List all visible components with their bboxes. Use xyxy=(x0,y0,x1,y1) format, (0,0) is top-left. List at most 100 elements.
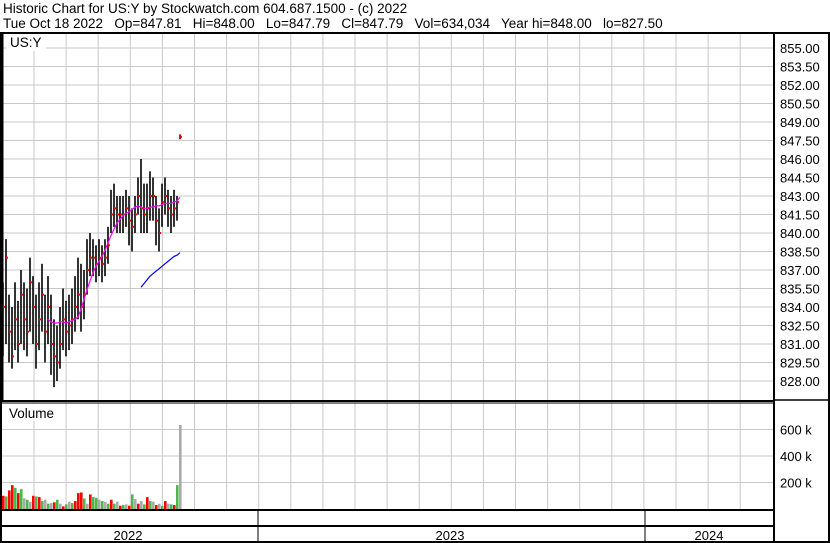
volume-bar xyxy=(122,505,125,509)
volume-bar xyxy=(53,502,56,509)
price-tick-label: 847.50 xyxy=(780,133,820,148)
close-marker xyxy=(51,342,53,345)
year-label: 2024 xyxy=(695,528,724,543)
volume-bar xyxy=(128,505,131,509)
volume-bar xyxy=(92,497,95,509)
volume-bar xyxy=(2,495,5,509)
volume-bar xyxy=(77,493,80,509)
close-marker xyxy=(18,342,20,345)
close-marker xyxy=(132,225,134,228)
year-label: 2022 xyxy=(114,528,143,543)
volume-bar xyxy=(146,497,149,509)
volume-bar xyxy=(32,495,35,509)
close-marker xyxy=(66,330,68,333)
close-marker xyxy=(114,207,116,210)
volume-bar xyxy=(20,489,23,509)
close-marker xyxy=(135,213,137,216)
close-marker xyxy=(129,219,131,222)
volume-bar xyxy=(5,496,8,509)
price-tick-label: 834.00 xyxy=(780,300,820,315)
close-marker xyxy=(138,194,140,197)
close-marker xyxy=(6,256,8,259)
close-marker xyxy=(126,207,128,210)
close-marker xyxy=(42,293,44,296)
volume-bar xyxy=(47,503,50,509)
close-marker xyxy=(54,355,56,358)
volume-bar xyxy=(167,503,170,509)
close-marker xyxy=(150,194,152,197)
volume-bar xyxy=(125,504,128,509)
volume-bar xyxy=(17,493,20,509)
volume-bar xyxy=(140,501,143,509)
close-marker xyxy=(177,201,179,204)
volume-bar xyxy=(74,501,77,509)
close-marker xyxy=(108,244,110,247)
volume-bar xyxy=(134,499,137,509)
close-marker xyxy=(15,318,17,321)
volume-bar xyxy=(8,490,11,509)
close-marker xyxy=(33,305,35,308)
close-marker xyxy=(156,219,158,222)
chart-canvas: 855.00 853.50 852.00 850.50 849.00 847.50 846.… xyxy=(0,32,830,543)
chart-border xyxy=(0,32,830,543)
volume-bar xyxy=(26,499,29,509)
close-marker xyxy=(9,330,11,333)
volume-tick-label: 600 k xyxy=(780,423,812,438)
volume-bar xyxy=(110,499,113,509)
volume-bar xyxy=(62,506,65,509)
close-marker xyxy=(90,256,92,259)
close-marker xyxy=(75,305,77,308)
volume-bar xyxy=(131,494,134,509)
volume-bar xyxy=(44,499,47,509)
close-marker xyxy=(117,213,119,216)
price-tick-label: 843.00 xyxy=(780,189,820,204)
volume-bar xyxy=(113,503,116,509)
volume-bar xyxy=(56,499,59,509)
volume-bar xyxy=(164,501,167,509)
close-marker xyxy=(165,194,167,197)
price-tick-label: 852.00 xyxy=(780,78,820,93)
close-marker xyxy=(93,256,95,259)
volume-bar xyxy=(143,504,146,509)
close-marker xyxy=(168,207,170,210)
price-tick-label: 829.50 xyxy=(780,355,820,370)
close-marker xyxy=(111,213,113,216)
volume-bar xyxy=(29,501,32,509)
price-tick-label: 841.50 xyxy=(780,207,820,222)
volume-bar xyxy=(38,497,41,509)
volume-bar xyxy=(101,501,104,509)
price-tick-label: 850.50 xyxy=(780,96,820,111)
close-marker xyxy=(27,330,29,333)
volume-bar xyxy=(152,501,155,509)
volume-bar xyxy=(119,505,122,509)
close-marker xyxy=(153,194,155,197)
volume-bar xyxy=(107,503,110,509)
volume-bar xyxy=(179,424,182,509)
close-marker xyxy=(24,318,26,321)
price-tick-label: 835.50 xyxy=(780,281,820,296)
price-tick-label: 849.00 xyxy=(780,115,820,130)
price-tick-label: 838.50 xyxy=(780,244,820,259)
volume-bar xyxy=(14,487,17,509)
volume-bar xyxy=(149,501,152,509)
close-marker xyxy=(48,305,50,308)
volume-bar xyxy=(176,485,179,509)
volume-bar xyxy=(95,497,98,509)
price-tick-label: 846.00 xyxy=(780,152,820,167)
volume-bar xyxy=(170,504,173,509)
close-marker xyxy=(162,201,164,204)
volume-bar xyxy=(116,501,119,509)
volume-bar xyxy=(80,492,83,509)
close-marker xyxy=(39,318,41,321)
price-tick-label: 828.00 xyxy=(780,374,820,389)
close-marker xyxy=(69,324,71,327)
volume-bar xyxy=(161,505,164,509)
volume-bar xyxy=(59,503,62,509)
volume-bar xyxy=(155,505,158,509)
year-label: 2023 xyxy=(436,528,465,543)
volume-bar xyxy=(23,498,26,509)
volume-bar xyxy=(68,501,71,509)
volume-bar xyxy=(83,498,86,509)
price-tick-label: 844.50 xyxy=(780,170,820,185)
close-marker xyxy=(180,135,182,138)
